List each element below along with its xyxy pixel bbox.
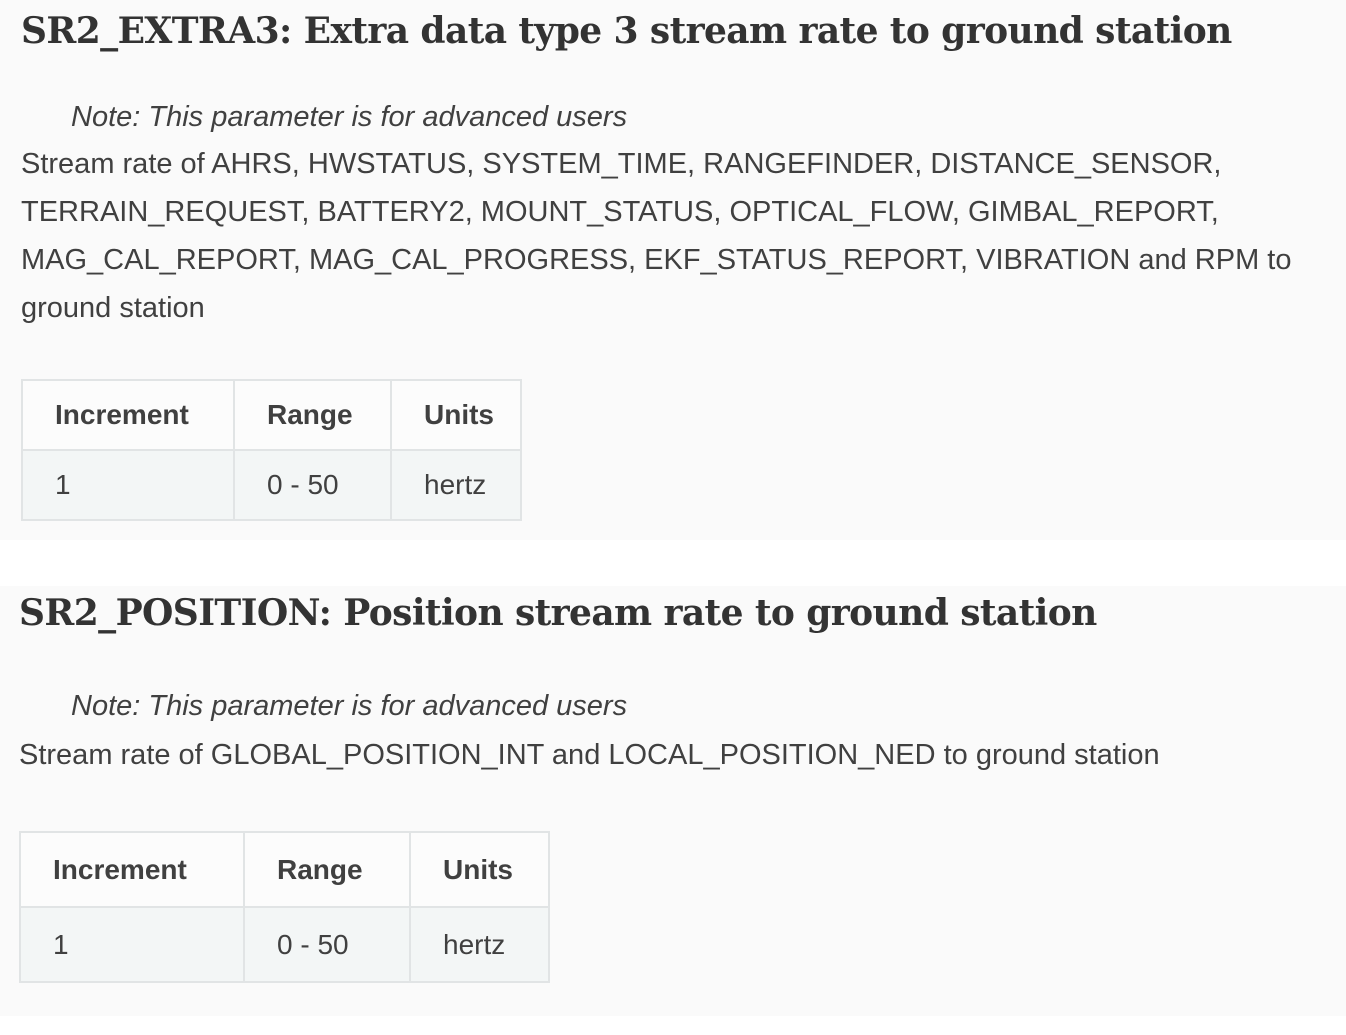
header-units: Units — [409, 831, 550, 908]
cell-increment: 1 — [19, 906, 245, 983]
header-increment: Increment — [19, 831, 245, 908]
table-row: 1 0 - 50 hertz — [19, 906, 550, 983]
cell-range: 0 - 50 — [233, 449, 392, 521]
header-units: Units — [390, 379, 522, 451]
header-increment: Increment — [21, 379, 235, 451]
table-header-row: Increment Range Units — [19, 831, 550, 908]
param-description: Stream rate of AHRS, HWSTATUS, SYSTEM_TI… — [21, 148, 1292, 324]
table-row: 1 0 - 50 hertz — [21, 449, 522, 521]
cell-range: 0 - 50 — [243, 906, 411, 983]
param-table: Increment Range Units 1 0 - 50 hertz — [21, 379, 522, 521]
cell-units: hertz — [409, 906, 550, 983]
param-section-sr2-position: SR2_POSITION: Position stream rate to gr… — [0, 586, 1346, 1016]
cell-increment: 1 — [21, 449, 235, 521]
param-description: Stream rate of GLOBAL_POSITION_INT and L… — [19, 739, 1160, 771]
header-range: Range — [233, 379, 392, 451]
header-range: Range — [243, 831, 411, 908]
advanced-user-note: Note: This parameter is for advanced use… — [71, 690, 628, 722]
cell-units: hertz — [390, 449, 522, 521]
param-title: SR2_EXTRA3: Extra data type 3 stream rat… — [21, 10, 1232, 52]
advanced-user-note: Note: This parameter is for advanced use… — [71, 101, 628, 133]
param-table: Increment Range Units 1 0 - 50 hertz — [19, 831, 550, 983]
param-title: SR2_POSITION: Position stream rate to gr… — [19, 592, 1097, 634]
table-header-row: Increment Range Units — [21, 379, 522, 451]
param-section-sr2-extra3: SR2_EXTRA3: Extra data type 3 stream rat… — [0, 0, 1346, 540]
